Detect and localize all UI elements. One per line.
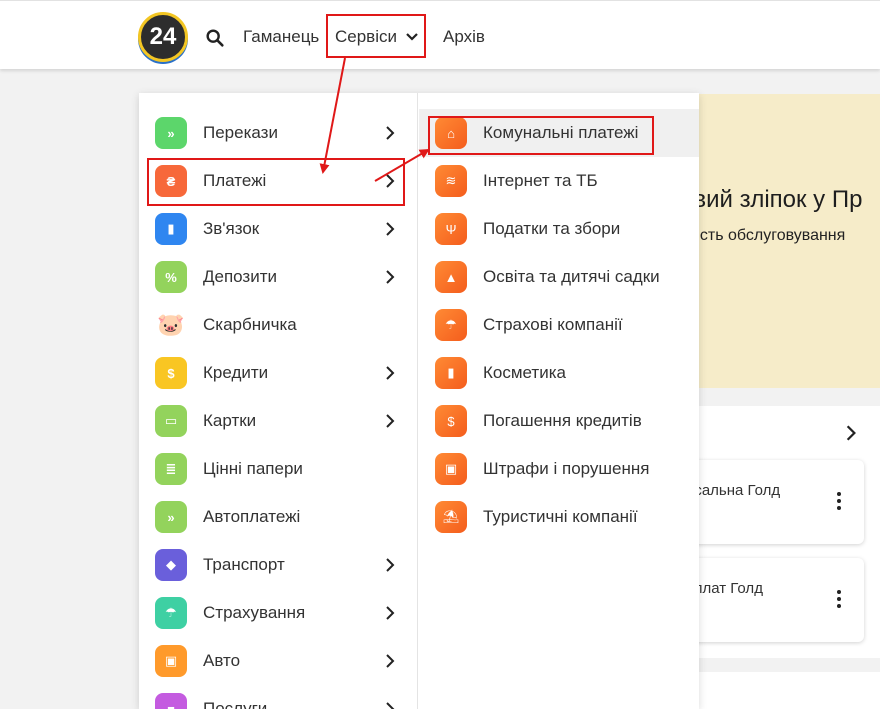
highlight-utilities (428, 116, 654, 155)
submenu-item-label: Косметика (483, 363, 566, 382)
transfer-icon: » (155, 117, 187, 149)
submenu-item[interactable]: Ψ Податки та збори (419, 205, 699, 253)
chevron-right-icon[interactable] (383, 701, 397, 709)
submenu-item[interactable]: ▮ Косметика (419, 349, 699, 397)
wifi-icon: ≋ (435, 165, 467, 197)
menu-item-label: Авто (203, 651, 241, 670)
trident-icon: Ψ (435, 213, 467, 245)
banner-title: овий зліпок у Пр (680, 186, 863, 213)
card-icon: ▭ (155, 405, 187, 437)
menu-item[interactable]: ≣ Цінні папери (139, 445, 417, 493)
money-bag-icon: $ (435, 405, 467, 437)
money-bag-icon: $ (155, 357, 187, 389)
menu-item-label: Послуги (203, 699, 268, 709)
menu-item[interactable]: 🐷 Скарбничка (139, 301, 417, 349)
submenu-item-label: Штрафи і порушення (483, 459, 650, 478)
chevron-right-icon[interactable] (383, 605, 397, 621)
beach-umbrella-icon: ⛱ (435, 501, 467, 533)
menu-item-label: Скарбничка (203, 315, 297, 334)
percent-icon: % (155, 261, 187, 293)
securities-icon: ≣ (155, 453, 187, 485)
submenu-item[interactable]: ▣ Штрафи і порушення (419, 445, 699, 493)
menu-item[interactable]: ■ Послуги (139, 685, 417, 709)
cosmetics-icon: ▮ (435, 357, 467, 389)
content-strip (698, 672, 880, 709)
signal-icon: ▮ (155, 213, 187, 245)
calendar-icon: » (155, 501, 187, 533)
highlight-payments (147, 158, 405, 206)
payments-submenu-list: ⌂ Комунальні платежі ≋ Інтернет та ТБ Ψ Подат… (419, 93, 699, 709)
menu-item[interactable]: ▣ Авто (139, 637, 417, 685)
bank-card-tile[interactable]: рсальна Голд (678, 460, 864, 544)
search-icon[interactable] (204, 27, 226, 49)
menu-item-label: Перекази (203, 123, 278, 142)
bank-card-tile[interactable]: иплат Голд (678, 558, 864, 642)
menu-item[interactable]: » Перекази (139, 109, 417, 157)
chevron-right-icon[interactable] (383, 365, 397, 381)
menu-item[interactable]: ▭ Картки (139, 397, 417, 445)
submenu-item[interactable]: ☂ Страхові компанії (419, 301, 699, 349)
menu-item-label: Зв'язок (203, 219, 260, 238)
submenu-item-label: Інтернет та ТБ (483, 171, 598, 190)
piggy-bank-icon: 🐷 (155, 309, 187, 341)
menu-item-label: Автоплатежі (203, 507, 301, 526)
menu-item[interactable]: ▮ Зв'язок (139, 205, 417, 253)
menu-item[interactable]: $ Кредити (139, 349, 417, 397)
umbrella-icon: ☂ (155, 597, 187, 629)
highlight-services (326, 14, 426, 58)
menu-item-label: Транспорт (203, 555, 285, 574)
submenu-item[interactable]: ▲ Освіта та дитячі садки (419, 253, 699, 301)
chevron-right-icon[interactable] (383, 557, 397, 573)
graduation-cap-icon: ▲ (435, 261, 467, 293)
chevron-right-icon[interactable] (383, 125, 397, 141)
submenu-item[interactable]: ⛱ Туристичні компанії (419, 493, 699, 541)
badge-icon: ▣ (435, 453, 467, 485)
menu-item-label: Картки (203, 411, 257, 430)
menu-item[interactable]: ☂ Страхування (139, 589, 417, 637)
top-navigation-bar: 24 Гаманець Сервіси Архів (0, 0, 880, 69)
ticket-icon: ◆ (155, 549, 187, 581)
chevron-right-icon[interactable] (383, 653, 397, 669)
menu-item-label: Страхування (203, 603, 306, 622)
banner-subtitle: дкість обслуговування (680, 227, 846, 244)
chevron-right-icon[interactable] (842, 424, 860, 442)
menu-item-label: Цінні папери (203, 459, 303, 478)
submenu-item-label: Освіта та дитячі садки (483, 267, 660, 286)
submenu-item[interactable]: ≋ Інтернет та ТБ (419, 157, 699, 205)
submenu-item-label: Туристичні компанії (483, 507, 638, 526)
submenu-item-label: Податки та збори (483, 219, 621, 238)
submenu-item-label: Погашення кредитів (483, 411, 642, 430)
menu-item[interactable]: ◆ Транспорт (139, 541, 417, 589)
privat24-logo[interactable]: 24 (138, 12, 188, 62)
umbrella-icon: ☂ (435, 309, 467, 341)
more-options-icon[interactable] (836, 590, 842, 610)
submenu-item[interactable]: $ Погашення кредитів (419, 397, 699, 445)
menu-item-label: Депозити (203, 267, 278, 286)
menu-item-label: Кредити (203, 363, 269, 382)
logo-text: 24 (149, 23, 177, 50)
menu-item[interactable]: » Автоплатежі (139, 493, 417, 541)
car-icon: ▣ (155, 645, 187, 677)
chevron-right-icon[interactable] (383, 221, 397, 237)
more-options-icon[interactable] (836, 492, 842, 512)
submenu-item-label: Страхові компанії (483, 315, 623, 334)
nav-wallet[interactable]: Гаманець (243, 27, 319, 47)
chevron-right-icon[interactable] (383, 269, 397, 285)
nav-archive[interactable]: Архів (443, 27, 485, 47)
services-icon: ■ (155, 693, 187, 709)
chevron-right-icon[interactable] (383, 413, 397, 429)
card-name: рсальна Голд (686, 482, 781, 499)
menu-item[interactable]: % Депозити (139, 253, 417, 301)
